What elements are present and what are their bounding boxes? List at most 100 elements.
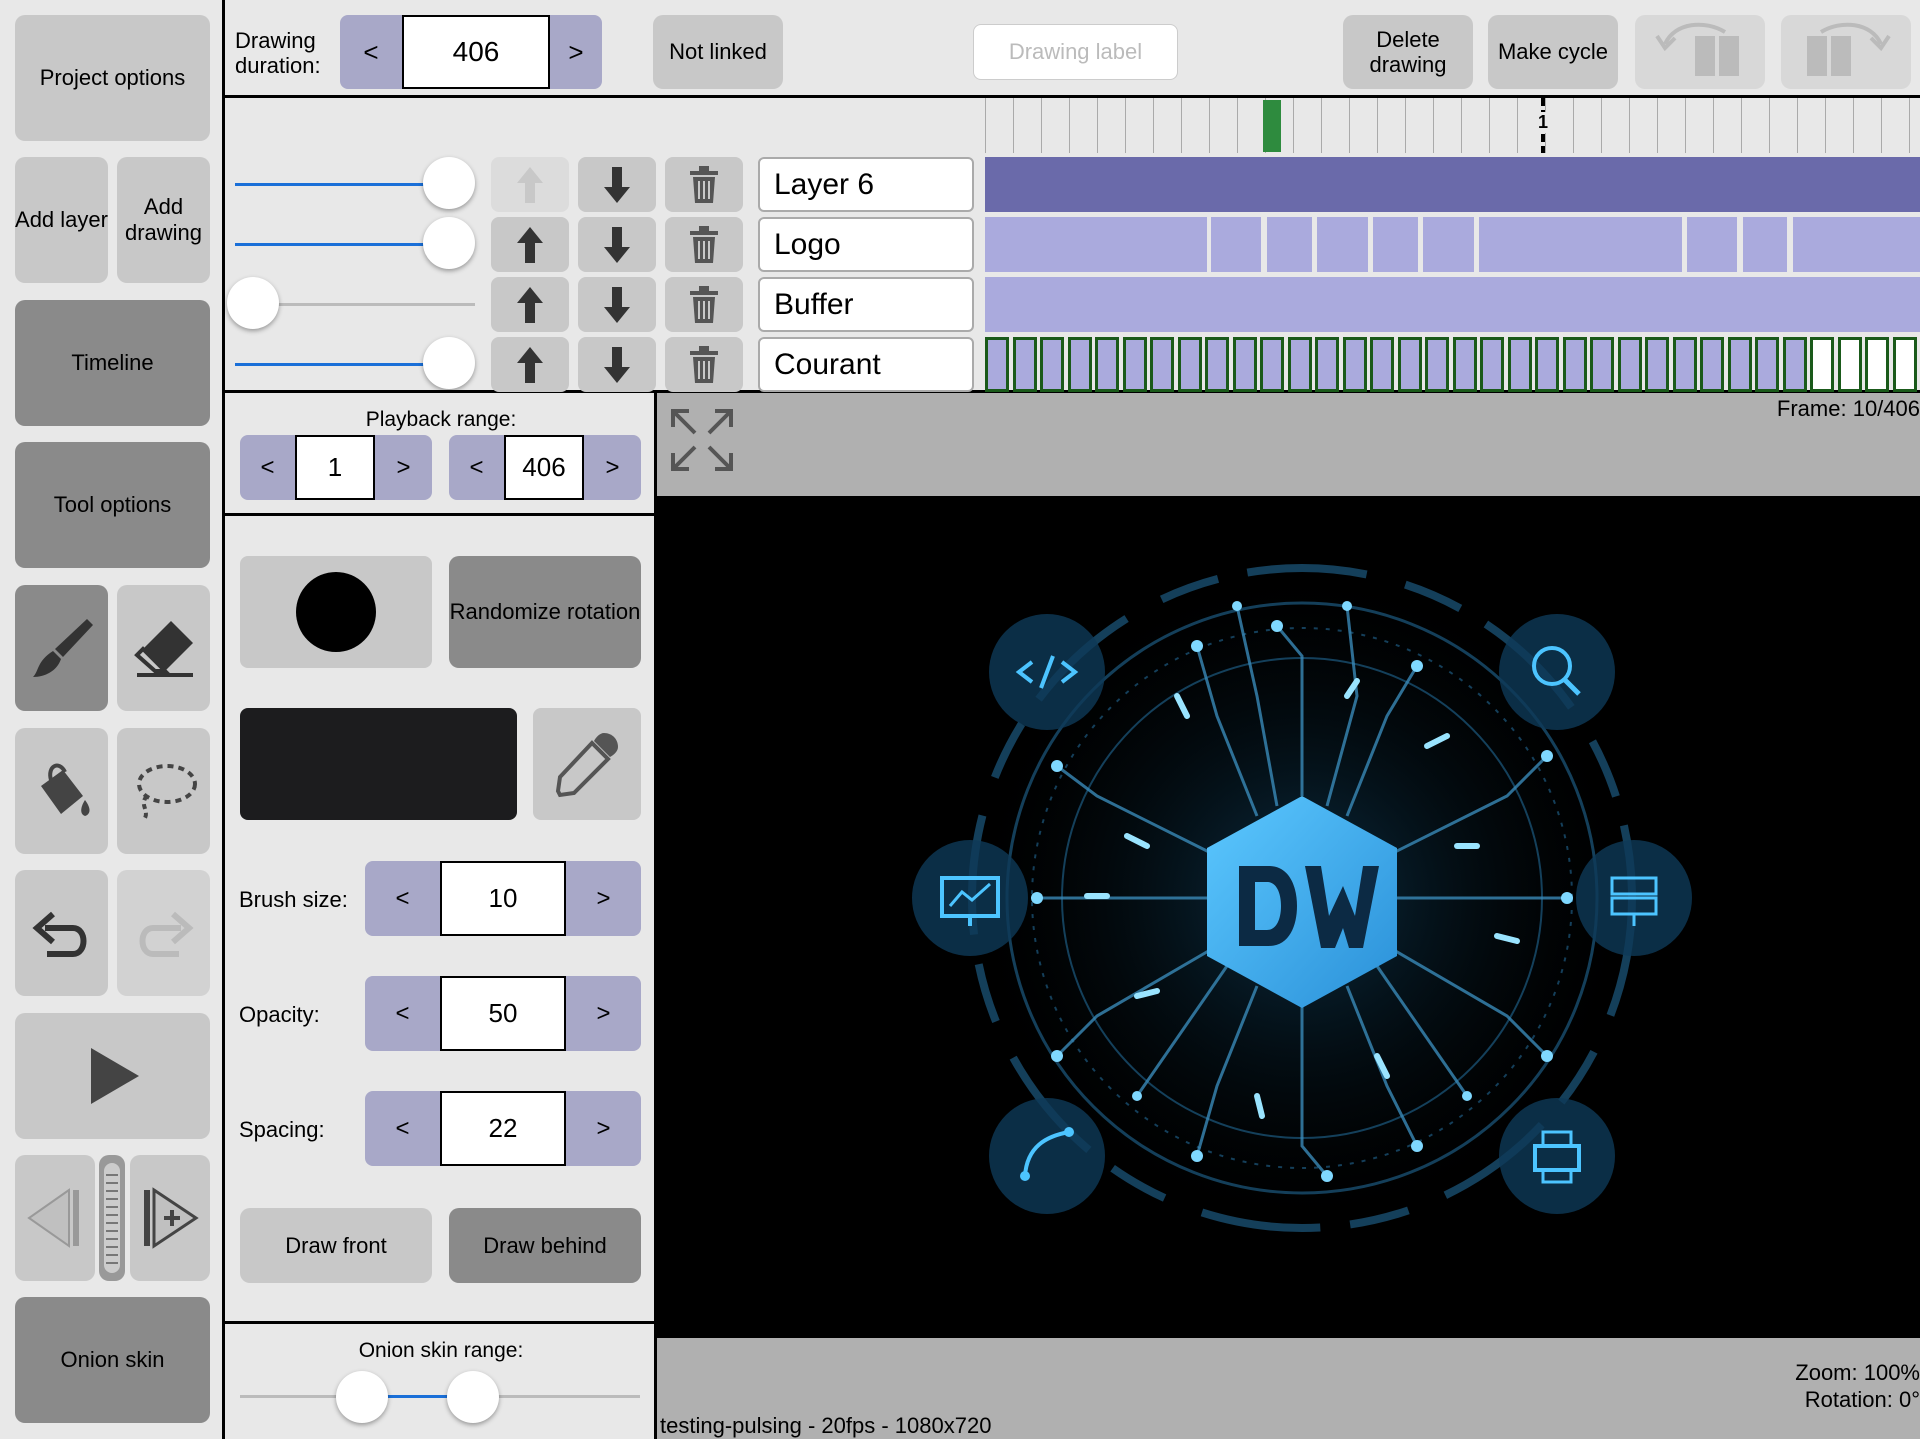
drawing-cell[interactable] xyxy=(1095,337,1119,392)
spacing-value[interactable]: 22 xyxy=(440,1091,566,1166)
drawing-cell[interactable] xyxy=(1040,337,1064,392)
drawing-cell[interactable] xyxy=(1727,337,1752,392)
drawing-cell[interactable] xyxy=(1535,337,1559,392)
track-courant[interactable] xyxy=(985,337,1920,392)
drawing-canvas[interactable] xyxy=(657,496,1920,1338)
drawing-cell[interactable] xyxy=(1452,337,1477,392)
move-layer-up-button[interactable] xyxy=(491,217,569,272)
drawing-cell[interactable] xyxy=(1810,337,1834,392)
drawing-cell[interactable] xyxy=(1370,337,1394,392)
project-options-button[interactable]: Project options xyxy=(15,15,210,141)
layer-name-field[interactable]: Buffer xyxy=(758,277,974,332)
increment-duration-button[interactable]: > xyxy=(550,15,602,89)
decrement-playback-end[interactable]: < xyxy=(449,435,504,500)
fill-tool-button[interactable] xyxy=(15,728,108,854)
increment-spacing[interactable]: > xyxy=(566,1091,641,1166)
opacity-value[interactable]: 50 xyxy=(440,976,566,1051)
layer-opacity-knob[interactable] xyxy=(423,217,475,269)
layer-opacity-knob[interactable] xyxy=(227,277,279,329)
brush-size-value[interactable]: 10 xyxy=(440,861,566,936)
draw-behind-button[interactable]: Draw behind xyxy=(449,1208,641,1283)
drawing-cell[interactable] xyxy=(1205,337,1229,392)
decrement-opacity[interactable]: < xyxy=(365,976,440,1051)
drawing-cell[interactable] xyxy=(1287,337,1312,392)
drawing-cell[interactable] xyxy=(1507,337,1532,392)
move-layer-up-button[interactable] xyxy=(491,277,569,332)
play-button[interactable] xyxy=(15,1013,210,1139)
frame-scrubber-handle[interactable] xyxy=(99,1155,125,1281)
increment-opacity[interactable]: > xyxy=(566,976,641,1051)
layer-opacity-knob[interactable] xyxy=(423,337,475,389)
drawing-cell[interactable] xyxy=(1177,337,1202,392)
increment-playback-end[interactable]: > xyxy=(584,435,641,500)
make-cycle-button[interactable]: Make cycle xyxy=(1488,15,1618,89)
move-layer-up-button[interactable] xyxy=(491,337,569,392)
brush-shape-button[interactable] xyxy=(240,556,432,668)
draw-front-button[interactable]: Draw front xyxy=(240,1208,432,1283)
drawing-cell[interactable] xyxy=(1743,217,1787,272)
drawing-cell[interactable] xyxy=(1755,337,1779,392)
drawing-cell[interactable] xyxy=(1423,217,1474,272)
drawing-cell[interactable] xyxy=(1315,337,1339,392)
add-layer-button[interactable]: Add layer xyxy=(15,157,108,283)
current-frame-marker[interactable] xyxy=(1263,100,1281,152)
delete-layer-button[interactable] xyxy=(665,337,743,392)
eyedropper-button[interactable] xyxy=(533,708,641,820)
drawing-cell[interactable] xyxy=(1397,337,1422,392)
undo-button[interactable] xyxy=(15,870,108,996)
drawing-cell[interactable] xyxy=(1260,337,1284,392)
decrement-playback-start[interactable]: < xyxy=(240,435,295,500)
move-layer-down-button[interactable] xyxy=(578,157,656,212)
brush-tool-button[interactable] xyxy=(15,585,108,711)
lasso-tool-button[interactable] xyxy=(117,728,210,854)
drawing-cell[interactable] xyxy=(1837,337,1862,392)
frame-ruler[interactable]: 1 xyxy=(985,98,1920,153)
move-layer-down-button[interactable] xyxy=(578,337,656,392)
fullscreen-button[interactable] xyxy=(667,405,737,475)
drawing-cell[interactable] xyxy=(1267,217,1312,272)
drawing-cell[interactable] xyxy=(1150,337,1174,392)
delete-drawing-button[interactable]: Delete drawing xyxy=(1343,15,1473,89)
drawing-cell[interactable] xyxy=(1645,337,1669,392)
onion-skin-range-end-knob[interactable] xyxy=(447,1371,499,1423)
drawing-cell[interactable] xyxy=(1562,337,1587,392)
playback-end-value[interactable]: 406 xyxy=(504,435,584,500)
drawing-cell[interactable] xyxy=(1782,337,1807,392)
redo-button[interactable] xyxy=(117,870,210,996)
drawing-cell[interactable] xyxy=(1122,337,1147,392)
delete-layer-button[interactable] xyxy=(665,277,743,332)
drawing-cell[interactable] xyxy=(1590,337,1614,392)
delete-layer-button[interactable] xyxy=(665,217,743,272)
layer-name-field[interactable]: Logo xyxy=(758,217,974,272)
drawing-cell[interactable] xyxy=(985,337,1009,392)
move-layer-down-button[interactable] xyxy=(578,277,656,332)
drawing-cell[interactable] xyxy=(1012,337,1037,392)
track-logo[interactable] xyxy=(985,217,1920,272)
add-drawing-button[interactable]: Add drawing xyxy=(117,157,210,283)
drawing-cell[interactable] xyxy=(1232,337,1257,392)
drawing-cell[interactable] xyxy=(1672,337,1697,392)
next-frame-add-button[interactable] xyxy=(130,1155,210,1281)
move-layer-down-button[interactable] xyxy=(578,217,656,272)
drawing-cell[interactable] xyxy=(1700,337,1724,392)
drawing-cell[interactable] xyxy=(1342,337,1367,392)
increment-brush-size[interactable]: > xyxy=(566,861,641,936)
onion-skin-range-start-knob[interactable] xyxy=(336,1371,388,1423)
drawing-label-input[interactable]: Drawing label xyxy=(973,24,1178,80)
layer-opacity-knob[interactable] xyxy=(423,157,475,209)
decrement-duration-button[interactable]: < xyxy=(340,15,402,89)
drawing-cell[interactable] xyxy=(1067,337,1092,392)
timeline-tracks[interactable]: 1 xyxy=(985,98,1920,393)
playback-start-value[interactable]: 1 xyxy=(295,435,375,500)
drawing-cell[interactable] xyxy=(1892,337,1917,392)
layer-name-field[interactable]: Courant xyxy=(758,337,974,392)
timeline-button[interactable]: Timeline xyxy=(15,300,210,426)
move-layer-up-button[interactable] xyxy=(491,157,569,212)
tool-options-button[interactable]: Tool options xyxy=(15,442,210,568)
color-swatch[interactable] xyxy=(240,708,517,820)
delete-layer-button[interactable] xyxy=(665,157,743,212)
decrement-spacing[interactable]: < xyxy=(365,1091,440,1166)
decrement-brush-size[interactable]: < xyxy=(365,861,440,936)
eraser-tool-button[interactable] xyxy=(117,585,210,711)
not-linked-button[interactable]: Not linked xyxy=(653,15,783,89)
